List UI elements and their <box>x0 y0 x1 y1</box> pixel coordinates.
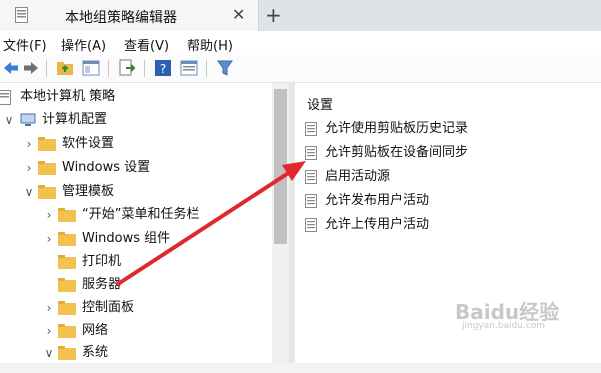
svg-text:?: ? <box>160 62 166 76</box>
chevron-right-icon[interactable]: › <box>42 297 56 319</box>
folder-icon <box>58 232 76 246</box>
tree-item-label: “开始”菜单和任务栏 <box>82 207 200 222</box>
tree-item-label: Windows 设置 <box>62 160 151 175</box>
policy-setting-icon <box>305 218 317 232</box>
computer-icon <box>20 113 38 127</box>
folder-icon <box>58 208 76 222</box>
policy-setting-icon <box>305 146 317 160</box>
tab-title: 本地组策略编辑器 <box>65 10 177 26</box>
tree-item-label: 本地计算机 策略 <box>20 89 116 104</box>
folder-icon <box>38 137 56 151</box>
toolbar-separator <box>46 60 47 77</box>
settings-column-header[interactable]: 设置 <box>307 94 333 113</box>
tree-item-label: 系统 <box>82 345 109 360</box>
toolbar: ? <box>0 55 601 83</box>
menu-bar: 文件(F) 操作(A) 查看(V) 帮助(H) <box>0 31 601 55</box>
tree-item-label: 控制面板 <box>82 300 135 315</box>
chevron-down-icon[interactable]: ∨ <box>22 181 36 203</box>
policy-setting-icon <box>305 122 317 136</box>
policy-setting-icon <box>305 170 317 184</box>
policy-label: 启用活动源 <box>325 169 391 184</box>
chevron-right-icon[interactable]: › <box>22 133 36 155</box>
chevron-right-icon[interactable]: › <box>22 157 36 179</box>
toolbar-separator <box>144 60 145 77</box>
folder-icon <box>58 301 76 315</box>
watermark-url: jingyan.baidu.com <box>462 321 546 331</box>
policy-document-icon <box>15 7 28 23</box>
show-hide-tree-icon[interactable] <box>82 59 100 77</box>
bottom-edge <box>0 363 601 373</box>
policy-setting-icon <box>305 194 317 208</box>
chevron-right-icon[interactable]: › <box>42 228 56 250</box>
tree-item-label: Windows 组件 <box>82 231 171 246</box>
forward-icon[interactable] <box>22 59 40 77</box>
tree-item-label: 服务器 <box>82 277 122 292</box>
close-tab-icon[interactable]: ✕ <box>232 5 245 24</box>
folder-icon <box>58 324 76 338</box>
policy-label: 允许剪贴板在设备间同步 <box>325 145 469 160</box>
folder-icon <box>58 278 76 292</box>
menu-file[interactable]: 文件(F) <box>3 35 47 54</box>
policy-label: 允许上传用户活动 <box>325 217 430 232</box>
menu-help[interactable]: 帮助(H) <box>187 35 233 54</box>
tab-bar: 本地组策略编辑器 ✕ + <box>0 0 601 31</box>
folder-icon <box>38 185 56 199</box>
chevron-down-icon[interactable]: ∨ <box>2 109 16 131</box>
toolbar-separator <box>108 60 109 77</box>
menu-action[interactable]: 操作(A) <box>61 35 106 54</box>
export-list-icon[interactable] <box>118 59 136 77</box>
tab-group-policy-editor[interactable]: 本地组策略编辑器 ✕ <box>0 0 259 31</box>
policy-label: 允许使用剪贴板历史记录 <box>325 121 469 136</box>
up-folder-icon[interactable] <box>56 59 74 77</box>
policy-label: 允许发布用户活动 <box>325 193 430 208</box>
back-icon[interactable] <box>2 59 20 77</box>
chevron-down-icon[interactable]: ∨ <box>42 342 56 363</box>
menu-view[interactable]: 查看(V) <box>124 35 169 54</box>
folder-icon <box>58 346 76 360</box>
tree-item-label: 计算机配置 <box>42 112 108 127</box>
folder-icon <box>58 255 76 269</box>
tree-pane: 本地计算机 策略 ∨ 计算机配置 › 软件设置 › Windows 设置 ∨ 管… <box>0 83 272 363</box>
folder-icon <box>38 161 56 175</box>
tree-item-label: 网络 <box>82 323 109 338</box>
toolbar-separator <box>206 60 207 77</box>
policy-document-icon <box>0 90 16 105</box>
properties-icon[interactable] <box>180 59 198 77</box>
tree-item-label: 管理模板 <box>62 184 115 199</box>
scrollbar-thumb[interactable] <box>274 89 287 244</box>
filter-icon[interactable] <box>216 59 234 77</box>
tree-item-label: 打印机 <box>82 254 122 269</box>
new-tab-button[interactable]: + <box>265 3 282 27</box>
tree-item-label: 软件设置 <box>62 136 115 151</box>
chevron-right-icon[interactable]: › <box>42 204 56 226</box>
chevron-right-icon[interactable]: › <box>42 320 56 342</box>
help-icon[interactable]: ? <box>154 59 172 77</box>
